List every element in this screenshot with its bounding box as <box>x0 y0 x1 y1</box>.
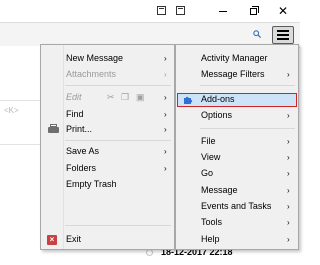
menu-item-tools[interactable]: Tools <box>201 216 222 229</box>
hamburger-line <box>277 34 289 36</box>
chevron-right-icon: › <box>164 125 167 134</box>
minimize-button[interactable] <box>208 2 238 20</box>
minimize-icon <box>219 10 227 12</box>
menu-item-view[interactable]: View <box>201 151 220 164</box>
search-icon[interactable] <box>253 30 261 38</box>
chevron-right-icon: › <box>287 153 290 162</box>
menu-separator <box>65 85 171 86</box>
chevron-right-icon: › <box>287 235 290 244</box>
print-icon <box>48 124 59 133</box>
menu-item-print[interactable]: Print... <box>66 123 92 136</box>
search-shortcut-hint: <K> <box>4 106 19 115</box>
copy-icon: ❐ <box>121 92 130 102</box>
chevron-right-icon: › <box>287 186 290 195</box>
menu-item-addons[interactable]: Add-ons <box>201 93 235 106</box>
chevron-right-icon: › <box>164 164 167 173</box>
menu-item-options[interactable]: Options <box>201 109 232 122</box>
hamburger-line <box>277 38 289 40</box>
app-menu-left-panel: New Message › Attachments › Edit ✂ ❐ ▣ ›… <box>40 44 175 250</box>
divider <box>0 144 40 145</box>
menu-item-find[interactable]: Find <box>66 108 84 121</box>
menu-item-message[interactable]: Message <box>201 184 238 197</box>
message-list-pane: <K> <box>0 46 40 265</box>
chevron-right-icon: › <box>164 147 167 156</box>
app-menu-button[interactable] <box>272 26 294 44</box>
cut-icon: ✂ <box>107 92 115 102</box>
menu-item-attachments: Attachments <box>66 69 117 79</box>
puzzle-piece-icon <box>184 96 193 104</box>
paste-icon: ▣ <box>136 92 145 102</box>
exit-icon: × <box>47 235 57 245</box>
menu-item-go[interactable]: Go <box>201 167 213 180</box>
chevron-right-icon: › <box>287 70 290 79</box>
menu-item-save-as[interactable]: Save As <box>66 145 99 158</box>
menu-item-help[interactable]: Help <box>201 233 220 246</box>
chevron-right-icon: › <box>164 93 167 102</box>
close-button[interactable]: ✕ <box>268 2 298 20</box>
menu-item-events-and-tasks[interactable]: Events and Tasks <box>201 200 271 213</box>
menu-separator <box>200 85 295 86</box>
addons-highlight <box>177 93 297 107</box>
menu-item-folders[interactable]: Folders <box>66 162 96 175</box>
chevron-right-icon: › <box>164 110 167 119</box>
tasks-icon[interactable] <box>176 6 185 15</box>
hamburger-line <box>277 30 289 32</box>
chevron-right-icon: › <box>164 70 167 79</box>
menu-item-exit[interactable]: Exit <box>66 233 81 246</box>
maximize-button[interactable] <box>238 2 268 20</box>
menu-separator <box>65 140 171 141</box>
menu-icon-gutter <box>41 45 64 249</box>
title-bar: ✕ <box>0 0 300 22</box>
chevron-right-icon: › <box>164 54 167 63</box>
chevron-right-icon: › <box>287 202 290 211</box>
menu-item-activity-manager[interactable]: Activity Manager <box>201 52 268 65</box>
chevron-right-icon: › <box>287 169 290 178</box>
menu-item-empty-trash[interactable]: Empty Trash <box>66 178 117 191</box>
restore-icon <box>249 5 259 15</box>
calendar-icon[interactable] <box>157 6 166 15</box>
app-menu-right-panel: Activity Manager Message Filters › Add-o… <box>175 44 299 250</box>
menu-separator <box>65 225 171 226</box>
menu-item-edit: Edit <box>66 92 82 102</box>
menu-item-new-message[interactable]: New Message <box>66 52 123 65</box>
menu-item-message-filters[interactable]: Message Filters <box>201 68 265 81</box>
chevron-right-icon: › <box>287 111 290 120</box>
close-icon: ✕ <box>277 4 289 18</box>
menu-item-file[interactable]: File <box>201 135 216 148</box>
divider <box>0 100 40 101</box>
chevron-right-icon: › <box>287 218 290 227</box>
chevron-right-icon: › <box>287 137 290 146</box>
menu-separator <box>200 128 295 129</box>
